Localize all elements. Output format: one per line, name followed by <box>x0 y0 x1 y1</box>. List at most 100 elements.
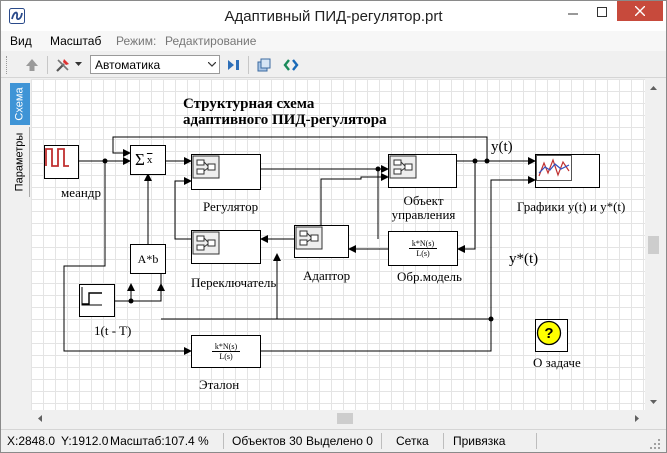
layers-button[interactable] <box>253 54 275 75</box>
plant-label-line2: управления <box>391 207 456 222</box>
summator-output: x <box>146 154 153 166</box>
reference-numerator: k*N(s) <box>211 342 241 352</box>
toolbar-separator <box>248 56 249 74</box>
tab-parameters-label: Параметры <box>13 132 26 192</box>
vertical-scroll-thumb[interactable] <box>648 236 659 254</box>
status-separator <box>223 433 224 449</box>
scroll-down-icon[interactable] <box>645 393 662 410</box>
help-icon-glyph: ? <box>544 325 553 342</box>
caret-down-icon <box>74 62 82 66</box>
status-bar: X:2848.0 Y:1912.0 Масштаб:107.4 % Объект… <box>1 429 666 452</box>
toolbar-separator <box>47 56 48 74</box>
step-label: 1(t - T) <box>94 323 132 338</box>
reference-tf: k*N(s) L(s) <box>211 342 241 361</box>
square-wave-icon <box>45 148 69 167</box>
summator-block[interactable]: Σ x <box>130 145 166 175</box>
about-block[interactable]: ? <box>535 319 568 352</box>
mode-value: Редактирование <box>165 34 257 48</box>
subsystem-icon <box>295 226 323 250</box>
junction-dot <box>472 158 478 164</box>
reference-block[interactable]: k*N(s) L(s) <box>191 335 261 368</box>
toolbar-grip[interactable] <box>6 56 9 74</box>
diagram-canvas[interactable]: Структурная схема адаптивного ПИД-регулят… <box>31 79 645 410</box>
tools-icon <box>56 58 69 72</box>
sync-icon <box>283 58 299 71</box>
scroll-right-icon[interactable] <box>628 410 645 427</box>
chevron-down-icon[interactable] <box>204 56 219 73</box>
status-snap[interactable]: Привязка <box>453 434 505 448</box>
status-zoom: Масштаб:107.4 % <box>110 434 209 448</box>
step-block[interactable] <box>79 284 115 317</box>
plant-block[interactable] <box>388 154 457 188</box>
sync-button[interactable] <box>280 54 302 75</box>
diagram-title: Структурная схема адаптивного ПИД-регулят… <box>183 96 387 128</box>
tools-dropdown[interactable] <box>72 54 84 75</box>
reference-label: Эталон <box>199 377 240 392</box>
mode-label: Режим: <box>116 34 157 48</box>
plant-label: Объект управления <box>386 194 461 222</box>
switch-block[interactable] <box>191 230 261 264</box>
up-button[interactable] <box>21 54 43 75</box>
tab-schema[interactable]: Схема <box>10 83 30 125</box>
close-button[interactable] <box>617 1 663 21</box>
scroll-left-icon[interactable] <box>31 410 48 427</box>
resize-grip-icon[interactable] <box>649 438 661 452</box>
toolbar: Автоматика <box>1 51 666 78</box>
about-label: О задаче <box>533 355 581 370</box>
vertical-scrollbar[interactable] <box>645 79 662 410</box>
adaptor-block[interactable] <box>294 225 349 258</box>
graph-icon <box>536 155 572 181</box>
close-icon <box>635 6 645 16</box>
subsystem-icon <box>389 155 417 179</box>
tools-button[interactable] <box>52 54 74 75</box>
meander-label: меандр <box>61 185 101 200</box>
app-window: Адаптивный ПИД-регулятор.prt Вид Масштаб… <box>0 0 667 453</box>
junction-dot <box>488 316 494 322</box>
tab-parameters[interactable]: Параметры <box>10 127 30 197</box>
reference-denominator: L(s) <box>219 352 233 361</box>
graphs-label: Графики y(t) и y*(t) <box>517 199 626 214</box>
step-button[interactable] <box>223 54 245 75</box>
title-bar[interactable]: Адаптивный ПИД-регулятор.prt <box>1 1 666 31</box>
minimize-icon <box>568 13 578 15</box>
layers-icon <box>257 58 271 71</box>
gain-text: A*b <box>137 251 159 266</box>
minimize-button[interactable] <box>559 1 587 23</box>
maximize-button[interactable] <box>588 1 616 23</box>
junction-dot <box>128 298 134 304</box>
maximize-icon <box>597 7 607 17</box>
inverse-model-denominator: L(s) <box>416 249 430 258</box>
tab-schema-label: Схема <box>14 87 26 121</box>
graphs-block[interactable] <box>535 154 600 188</box>
subsystem-icon <box>192 231 220 255</box>
help-icon: ? <box>536 320 562 346</box>
mode-select[interactable]: Автоматика <box>90 55 220 74</box>
inverse-model-label: Обр.модель <box>397 269 462 284</box>
inverse-model-tf: k*N(s) L(s) <box>408 239 438 258</box>
inverse-model-numerator: k*N(s) <box>408 239 438 249</box>
gain-block[interactable]: A*b <box>130 244 166 274</box>
arrow-up-icon <box>26 58 38 71</box>
status-y: Y:1912.0 <box>61 434 109 448</box>
menu-view[interactable]: Вид <box>10 34 32 48</box>
regulator-block[interactable] <box>191 154 261 190</box>
menu-bar: Вид Масштаб Режим: Редактирование <box>1 31 666 51</box>
status-grid[interactable]: Сетка <box>396 434 429 448</box>
status-separator <box>443 433 444 449</box>
step-icon <box>228 59 239 70</box>
meander-block[interactable] <box>44 145 79 179</box>
signal-y-star-label: y*(t) <box>509 251 539 267</box>
scroll-up-icon[interactable] <box>645 79 662 96</box>
inverse-model-block[interactable]: k*N(s) L(s) <box>388 231 458 266</box>
horizontal-scrollbar[interactable] <box>31 410 645 427</box>
plant-label-line1: Объект <box>403 193 444 208</box>
menu-zoom[interactable]: Масштаб <box>50 34 101 48</box>
horizontal-scroll-thumb[interactable] <box>337 413 353 424</box>
status-x: X:2848.0 <box>7 434 56 448</box>
status-separator <box>536 433 537 449</box>
mode-select-value: Автоматика <box>95 58 161 72</box>
diagram-title-line1: Структурная схема <box>183 96 315 112</box>
diagram-title-line2: адаптивного ПИД-регулятора <box>183 112 387 128</box>
summator-sigma: Σ <box>135 150 145 169</box>
regulator-label: Регулятор <box>203 199 259 214</box>
